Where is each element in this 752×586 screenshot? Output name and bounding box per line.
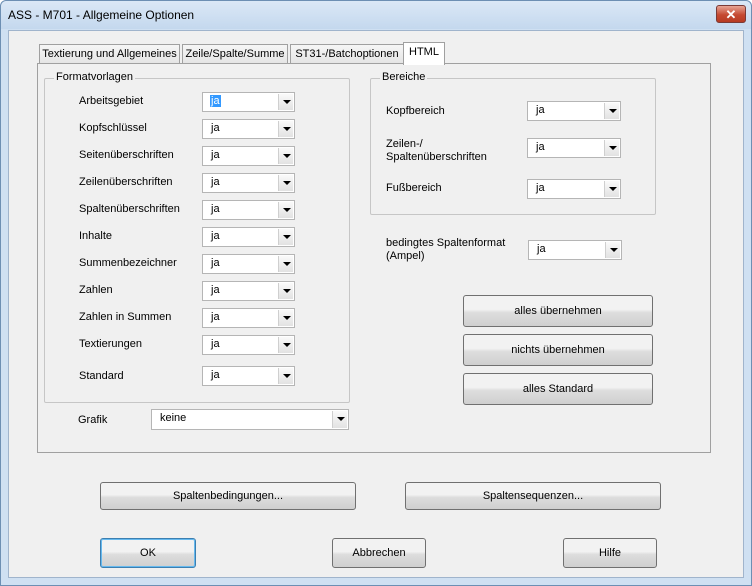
combo-value: keine [160,412,187,424]
label-seitenueberschriften: Seitenüberschriften [79,149,174,161]
label-kopfbereich: Kopfbereich [386,105,445,117]
tab-panel-html: Formatvorlagen Arbeitsgebiet ja Kopfschl… [37,63,711,453]
chevron-down-icon[interactable] [278,94,293,110]
chevron-down-icon[interactable] [278,283,293,299]
combo-value: ja [536,104,545,116]
combo-bedingtes-spaltenformat[interactable]: ja [528,240,622,260]
bereiche-title: Bereiche [380,71,428,83]
combo-arbeitsgebiet[interactable]: ja [202,92,295,112]
label-standard: Standard [79,370,124,382]
label-textierungen: Textierungen [79,338,142,350]
spaltensequenzen-button[interactable]: Spaltensequenzen... [405,482,661,510]
hilfe-button[interactable]: Hilfe [563,538,657,568]
combo-zahlen-in-summen[interactable]: ja [202,308,295,328]
label-bedingtes-line2: (Ampel) [386,250,425,262]
label-zahlen-in-summen: Zahlen in Summen [79,311,172,323]
label-arbeitsgebiet: Arbeitsgebiet [79,95,144,107]
tab-label: ST31-/Batchoptionen [295,48,399,60]
tab-zeile-spalte-summe[interactable]: Zeile/Spalte/Summe [182,44,288,64]
label-fussbereich: Fußbereich [386,182,442,194]
alles-uebernehmen-button[interactable]: alles übernehmen [463,295,653,327]
title-bar[interactable]: ASS - M701 - Allgemeine Optionen ✕ [1,1,751,29]
combo-value: ja [211,122,220,134]
chevron-down-icon[interactable] [278,368,293,384]
label-zeilen-spalten-line1: Zeilen-/ [386,138,423,150]
tab-html[interactable]: HTML [403,42,445,65]
combo-kopfbereich[interactable]: ja [527,101,621,121]
tab-label: Zeile/Spalte/Summe [185,48,285,60]
chevron-down-icon[interactable] [604,181,619,197]
tab-label: HTML [409,46,439,58]
chevron-down-icon[interactable] [278,310,293,326]
label-kopfschluessel: Kopfschlüssel [79,122,147,134]
tab-batchoptionen[interactable]: ST31-/Batchoptionen [290,44,404,64]
formatvorlagen-title: Formatvorlagen [54,71,136,83]
combo-value: ja [211,203,220,215]
combo-seitenueberschriften[interactable]: ja [202,146,295,166]
combo-value: ja [536,141,545,153]
combo-zeilenueberschriften[interactable]: ja [202,173,295,193]
abbrechen-button[interactable]: Abbrechen [332,538,426,568]
chevron-down-icon[interactable] [278,148,293,164]
combo-value: ja [211,311,220,323]
spaltenbedingungen-button[interactable]: Spaltenbedingungen... [100,482,356,510]
combo-summenbezeichner[interactable]: ja [202,254,295,274]
chevron-down-icon[interactable] [605,242,620,258]
label-zeilen-spalten-line2: Spaltenüberschriften [386,151,487,163]
combo-textierungen[interactable]: ja [202,335,295,355]
dialog-client-area: Textierung und Allgemeines Zeile/Spalte/… [8,30,744,578]
combo-value: ja [211,230,220,242]
combo-value: ja [210,95,221,107]
combo-inhalte[interactable]: ja [202,227,295,247]
window-title: ASS - M701 - Allgemeine Optionen [8,8,195,22]
combo-grafik[interactable]: keine [151,409,349,430]
combo-fussbereich[interactable]: ja [527,179,621,199]
chevron-down-icon[interactable] [604,140,619,156]
label-summenbezeichner: Summenbezeichner [79,257,177,269]
tab-label: Textierung und Allgemeines [42,48,177,60]
combo-value: ja [211,176,220,188]
tab-textierung[interactable]: Textierung und Allgemeines [39,44,180,64]
label-grafik: Grafik [78,414,108,426]
chevron-down-icon[interactable] [278,175,293,191]
label-bedingtes-line1: bedingtes Spaltenformat [386,237,506,249]
chevron-down-icon[interactable] [332,411,347,428]
alles-standard-button[interactable]: alles Standard [463,373,653,405]
combo-kopfschluessel[interactable]: ja [202,119,295,139]
combo-value: ja [211,284,220,296]
combo-zeilen-spalten[interactable]: ja [527,138,621,158]
label-zeilenueberschriften: Zeilenüberschriften [79,176,173,188]
dialog-window: ASS - M701 - Allgemeine Optionen ✕ Texti… [0,0,752,586]
combo-value: ja [211,149,220,161]
ok-button[interactable]: OK [100,538,196,568]
label-spaltenueberschriften: Spaltenüberschriften [79,203,180,215]
close-button[interactable]: ✕ [716,5,746,23]
chevron-down-icon[interactable] [278,202,293,218]
chevron-down-icon[interactable] [278,121,293,137]
chevron-down-icon[interactable] [278,337,293,353]
combo-value: ja [211,338,220,350]
label-zahlen: Zahlen [79,284,113,296]
label-inhalte: Inhalte [79,230,113,242]
combo-value: ja [537,243,546,255]
nichts-uebernehmen-button[interactable]: nichts übernehmen [463,334,653,366]
combo-value: ja [211,257,220,269]
chevron-down-icon[interactable] [604,103,619,119]
combo-zahlen[interactable]: ja [202,281,295,301]
combo-standard[interactable]: ja [202,366,295,386]
chevron-down-icon[interactable] [278,229,293,245]
chevron-down-icon[interactable] [278,256,293,272]
combo-spaltenueberschriften[interactable]: ja [202,200,295,220]
combo-value: ja [211,369,220,381]
combo-value: ja [536,182,545,194]
